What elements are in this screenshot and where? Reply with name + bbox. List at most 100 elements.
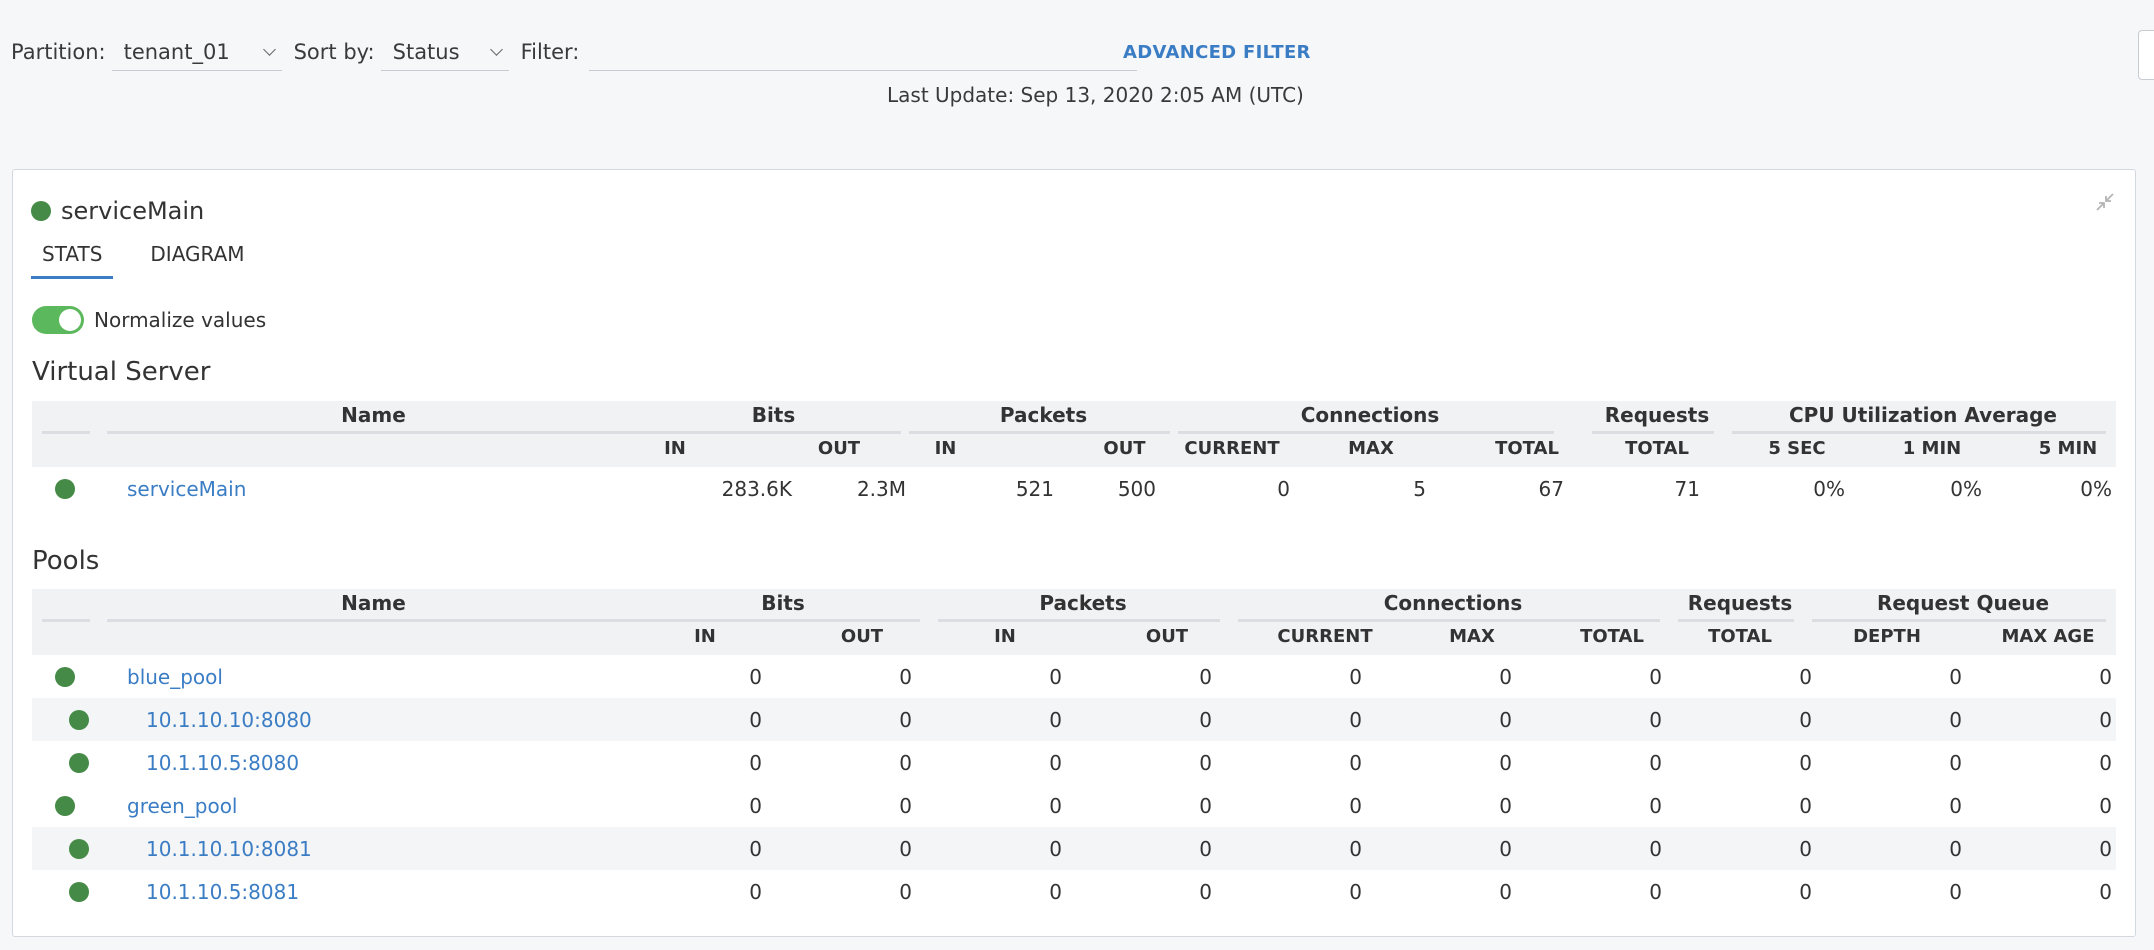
subheader-in[interactable]: IN bbox=[638, 626, 772, 647]
cell-value: 0 bbox=[1499, 708, 1512, 732]
header-request-queue[interactable]: Request Queue bbox=[1812, 591, 2114, 615]
tab-stats[interactable]: STATS bbox=[31, 242, 114, 279]
header-divider bbox=[1732, 431, 2106, 434]
virtual-server-title: Virtual Server bbox=[32, 357, 211, 387]
header-packets[interactable]: Packets bbox=[938, 591, 1228, 615]
cell-value: 0 bbox=[749, 794, 762, 818]
subheader-out[interactable]: OUT bbox=[1112, 626, 1222, 647]
table-row[interactable]: 10.1.10.10:8080 0 0 0 0 0 0 0 0 0 0 bbox=[32, 698, 2116, 741]
subheader-max[interactable]: MAX bbox=[1422, 626, 1522, 647]
cell-value: 0 bbox=[1049, 751, 1062, 775]
table-row[interactable]: blue_pool 0 0 0 0 0 0 0 0 0 0 bbox=[32, 655, 2116, 698]
filter-input[interactable] bbox=[589, 33, 1138, 71]
advanced-filter-link[interactable]: ADVANCED FILTER bbox=[1123, 42, 1311, 63]
pools-title: Pools bbox=[32, 546, 100, 576]
cell-value: 0 bbox=[2099, 751, 2112, 775]
cell-value: 0 bbox=[1649, 837, 1662, 861]
subheader-in[interactable]: IN bbox=[938, 626, 1072, 647]
header-requests[interactable]: Requests bbox=[1592, 403, 1722, 427]
subheader-max-age[interactable]: MAX AGE bbox=[1982, 626, 2114, 647]
subheader-out[interactable]: OUT bbox=[812, 626, 912, 647]
subheader-depth[interactable]: DEPTH bbox=[1822, 626, 1952, 647]
cell-value: 0 bbox=[899, 880, 912, 904]
sort-select[interactable]: Status bbox=[380, 33, 509, 71]
subheader-1-min[interactable]: 1 MIN bbox=[1872, 438, 1992, 459]
header-cpu-utilization-average[interactable]: CPU Utilization Average bbox=[1732, 403, 2114, 427]
subheader-in[interactable]: IN bbox=[909, 438, 982, 459]
service-card: serviceMain STATS DIAGRAM Normalize valu… bbox=[12, 169, 2136, 937]
table-row[interactable]: green_pool 0 0 0 0 0 0 0 0 0 0 bbox=[32, 784, 2116, 827]
table-row[interactable]: 10.1.10.5:8080 0 0 0 0 0 0 0 0 0 0 bbox=[32, 741, 2116, 784]
subheader-5-sec[interactable]: 5 SEC bbox=[1732, 438, 1862, 459]
pool-member-link[interactable]: 10.1.10.10:8081 bbox=[146, 837, 312, 861]
table-row[interactable]: serviceMain 283.6K 2.3M 521 500 0 5 67 71 0% 0% 0% bbox=[32, 467, 2116, 513]
pool-member-link[interactable]: 10.1.10.5:8081 bbox=[146, 880, 299, 904]
cell-value: 0 bbox=[749, 837, 762, 861]
cell-value: 0 bbox=[1949, 665, 1962, 689]
subheader-total[interactable]: TOTAL bbox=[1562, 626, 1662, 647]
header-divider bbox=[107, 431, 640, 434]
pool-member-link[interactable]: 10.1.10.10:8080 bbox=[146, 708, 312, 732]
side-panel-edge[interactable] bbox=[2138, 30, 2154, 80]
collapse-icon[interactable] bbox=[2095, 192, 2115, 212]
cell-value: 0 bbox=[899, 794, 912, 818]
status-dot-icon bbox=[69, 753, 89, 773]
subheader-total[interactable]: TOTAL bbox=[1678, 626, 1802, 647]
header-bits[interactable]: Bits bbox=[638, 591, 928, 615]
cell-value: 0 bbox=[2099, 708, 2112, 732]
card-title: serviceMain bbox=[61, 197, 205, 225]
table-row[interactable]: 10.1.10.10:8081 0 0 0 0 0 0 0 0 0 0 bbox=[32, 827, 2116, 870]
normalize-row: Normalize values bbox=[32, 306, 266, 334]
chevron-down-icon bbox=[262, 42, 276, 56]
cell-value: 0 bbox=[1799, 708, 1812, 732]
header-connections[interactable]: Connections bbox=[1178, 403, 1562, 427]
subheader-current[interactable]: CURRENT bbox=[1238, 626, 1412, 647]
subheader-total[interactable]: TOTAL bbox=[1492, 438, 1562, 459]
cell-value: 0 bbox=[1349, 751, 1362, 775]
subheader-out[interactable]: OUT bbox=[774, 438, 904, 459]
subheader-out[interactable]: OUT bbox=[1072, 438, 1177, 459]
pool-member-link[interactable]: 10.1.10.5:8080 bbox=[146, 751, 299, 775]
subheader-max[interactable]: MAX bbox=[1320, 438, 1422, 459]
subheader-total[interactable]: TOTAL bbox=[1592, 438, 1722, 459]
cell-value: 500 bbox=[1117, 477, 1156, 501]
tab-diagram[interactable]: DIAGRAM bbox=[139, 242, 255, 279]
virtual-server-link[interactable]: serviceMain bbox=[127, 477, 246, 501]
header-name[interactable]: Name bbox=[107, 591, 640, 615]
cell-value: 0 bbox=[2099, 794, 2112, 818]
partition-label: Partition: bbox=[11, 40, 106, 64]
header-requests[interactable]: Requests bbox=[1678, 591, 1802, 615]
cell-value: 0 bbox=[1649, 794, 1662, 818]
card-header: serviceMain bbox=[31, 197, 204, 225]
header-divider bbox=[1238, 619, 1660, 622]
cell-value: 0 bbox=[1199, 794, 1212, 818]
cell-value: 0 bbox=[1199, 751, 1212, 775]
subheader-current[interactable]: CURRENT bbox=[1182, 438, 1282, 459]
cell-value: 0 bbox=[1199, 880, 1212, 904]
sort-label: Sort by: bbox=[293, 40, 375, 64]
header-divider bbox=[1178, 431, 1554, 434]
pool-link[interactable]: green_pool bbox=[127, 794, 238, 818]
table-row[interactable]: 10.1.10.5:8081 0 0 0 0 0 0 0 0 0 0 bbox=[32, 870, 2116, 913]
cell-value: 0 bbox=[1349, 837, 1362, 861]
header-name[interactable]: Name bbox=[107, 403, 640, 427]
partition-select[interactable]: tenant_01 bbox=[111, 33, 282, 71]
header-packets[interactable]: Packets bbox=[909, 403, 1178, 427]
cell-value: 0 bbox=[1649, 665, 1662, 689]
status-dot-icon bbox=[55, 479, 75, 499]
header-connections[interactable]: Connections bbox=[1238, 591, 1668, 615]
cell-value: 0 bbox=[1049, 880, 1062, 904]
toggle-knob bbox=[59, 309, 81, 331]
header-divider bbox=[909, 431, 1170, 434]
cell-value: 0 bbox=[1349, 794, 1362, 818]
header-bits[interactable]: Bits bbox=[638, 403, 909, 427]
pool-link[interactable]: blue_pool bbox=[127, 665, 223, 689]
header-divider bbox=[938, 619, 1220, 622]
subheader-in[interactable]: IN bbox=[638, 438, 712, 459]
pools-table: Name Bits Packets Connections Requests Reques… bbox=[32, 589, 2116, 913]
subheader-5-min[interactable]: 5 MIN bbox=[2022, 438, 2114, 459]
cell-value: 0 bbox=[1949, 837, 1962, 861]
normalize-toggle[interactable] bbox=[32, 306, 84, 334]
cell-value: 0 bbox=[2099, 837, 2112, 861]
status-dot-icon bbox=[55, 667, 75, 687]
